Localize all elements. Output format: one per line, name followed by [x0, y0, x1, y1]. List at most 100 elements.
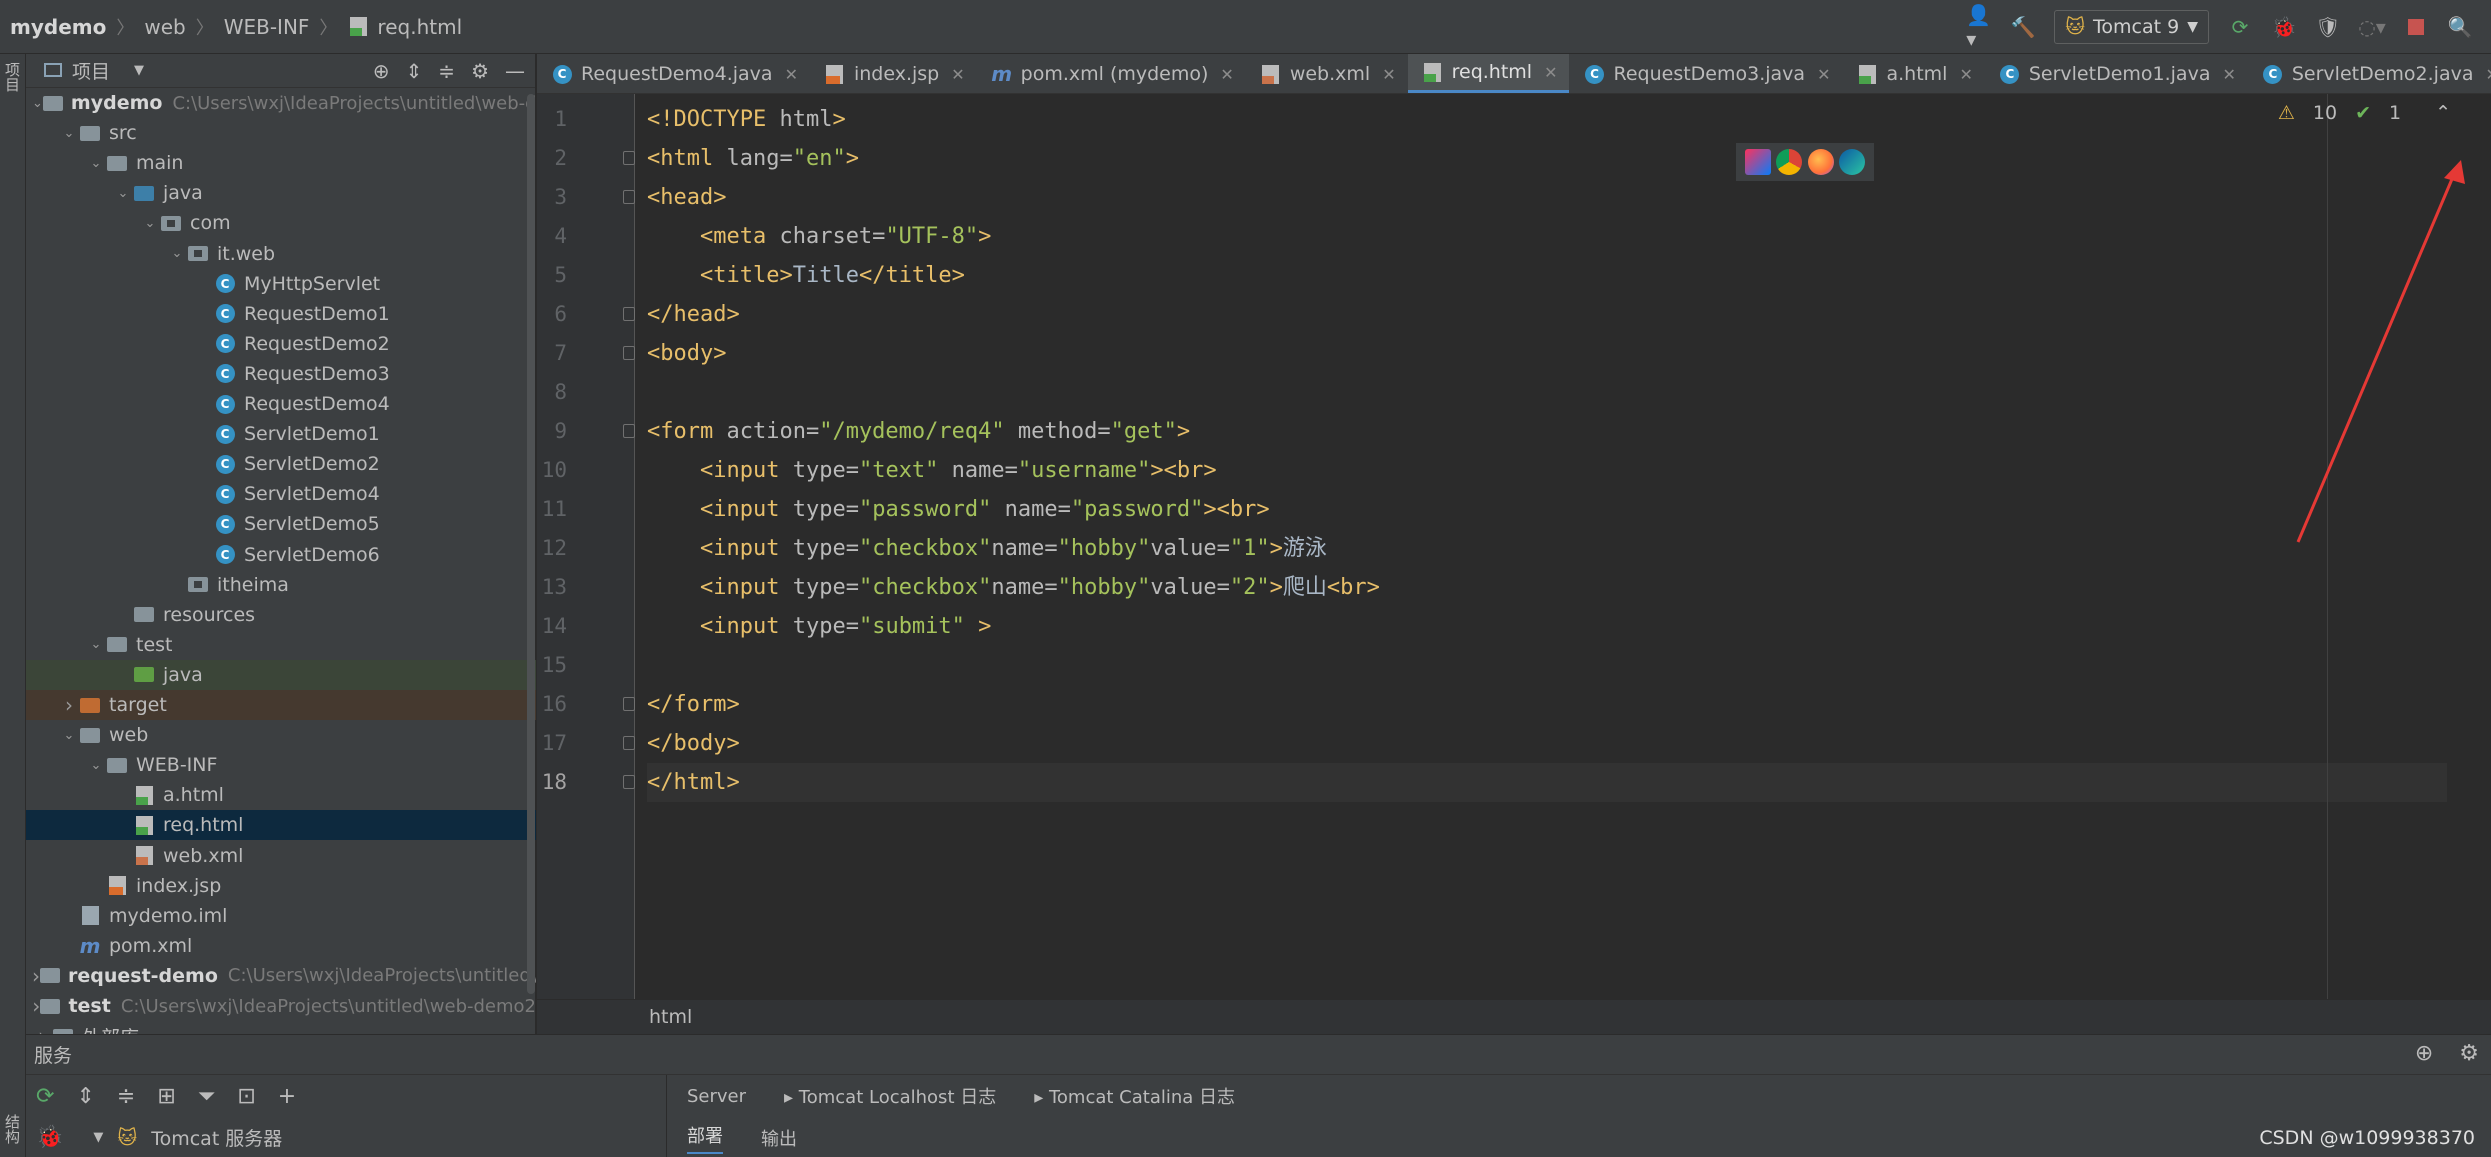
tree-item[interactable]: m pom.xml	[26, 931, 536, 961]
tree-item[interactable]: index.jsp	[26, 871, 536, 901]
chevron-right-icon[interactable]: ›	[32, 964, 40, 988]
new-tab-icon[interactable]: ⊡	[237, 1084, 255, 1109]
coverage-icon[interactable]: 🛡	[2315, 14, 2341, 40]
close-icon[interactable]: ✕	[2222, 65, 2235, 84]
tab-catalina-log[interactable]: ▸ Tomcat Catalina 日志	[1034, 1083, 1235, 1109]
close-icon[interactable]: ✕	[951, 65, 964, 84]
fold-marker-icon[interactable]	[623, 307, 635, 321]
tree-item[interactable]: mydemo.iml	[26, 901, 536, 931]
tree-item[interactable]: ⌄ web	[26, 720, 536, 750]
stop-icon[interactable]	[2403, 14, 2429, 40]
crosshair-icon[interactable]: ⊕	[2415, 1041, 2433, 1066]
services-tree-item[interactable]: Tomcat 服务器	[151, 1124, 282, 1151]
group-icon[interactable]: ⊞	[157, 1084, 175, 1109]
search-icon[interactable]: 🔍	[2447, 14, 2473, 40]
refresh-icon[interactable]: ⟳	[36, 1084, 54, 1109]
close-icon[interactable]: ✕	[1817, 65, 1830, 84]
tree-item[interactable]: ⌄ WEB-INF	[26, 750, 536, 780]
chevron-right-icon[interactable]: ›	[59, 693, 79, 717]
chevron-down-icon[interactable]: ⌄	[32, 96, 43, 111]
tree-item[interactable]: C MyHttpServlet	[26, 269, 536, 299]
close-icon[interactable]: ✕	[1959, 65, 1972, 84]
tree-item[interactable]: C ServletDemo2	[26, 449, 536, 479]
close-icon[interactable]: ✕	[1382, 65, 1395, 84]
code-editor[interactable]: 1 2 3 4 5 6 7 8 9 10 11 12 13 14 15 16 17 18 <!DOCTYPE ht…	[537, 94, 2491, 999]
tree-item[interactable]: ⌄ it.web	[26, 239, 536, 269]
collapse-all-icon[interactable]: ≑	[438, 59, 455, 83]
gear-icon[interactable]: ⚙	[2459, 1041, 2479, 1066]
code-line[interactable]: </body>	[647, 724, 2447, 763]
tree-item[interactable]: C RequestDemo1	[26, 299, 536, 329]
code-line[interactable]: <head>	[647, 178, 2447, 217]
tab-server[interactable]: Server	[687, 1086, 746, 1107]
tree-item[interactable]: C ServletDemo4	[26, 479, 536, 509]
subtab-output[interactable]: 输出	[761, 1125, 797, 1151]
chevron-right-icon[interactable]: ›	[32, 994, 40, 1018]
code-line[interactable]: </html>	[647, 763, 2447, 802]
code-line[interactable]: <form action="/mydemo/req4" method="get"…	[647, 412, 2447, 451]
breadcrumb-web-inf[interactable]: WEB-INF	[224, 15, 310, 39]
code-line[interactable]: <input type="checkbox"name="hobby"value=…	[647, 568, 2447, 607]
intellij-icon[interactable]	[1744, 149, 1771, 175]
chevron-down-icon[interactable]: ⌄	[167, 246, 187, 261]
build-hammer-icon[interactable]: 🔨	[2010, 14, 2036, 40]
code-line[interactable]: <html lang="en">	[647, 139, 2447, 178]
debug-icon[interactable]: 🐞	[2271, 14, 2297, 40]
tree-item[interactable]: › test C:\Users\wxj\IdeaProjects\untitled\…	[26, 991, 536, 1021]
locate-icon[interactable]: ⊕	[373, 59, 390, 83]
subtab-deploy[interactable]: 部署	[687, 1122, 723, 1154]
close-icon[interactable]: ✕	[2486, 65, 2491, 84]
fold-marker-icon[interactable]	[623, 697, 635, 711]
chevron-down-icon[interactable]: ⌄	[59, 728, 79, 743]
rerun-icon[interactable]: ⟳	[2227, 14, 2253, 40]
edge-icon[interactable]	[1839, 149, 1866, 175]
code-line[interactable]: <meta charset="UTF-8">	[647, 217, 2447, 256]
chevron-down-icon[interactable]: ⌄	[86, 156, 106, 171]
fold-marker-icon[interactable]	[623, 151, 635, 165]
tree-item[interactable]: java	[26, 659, 536, 690]
tree-item[interactable]: resources	[26, 600, 536, 630]
code-line[interactable]: <input type="password" name="password"><…	[647, 490, 2447, 529]
tree-item[interactable]: web.xml	[26, 841, 536, 871]
code-line[interactable]: <input type="checkbox"name="hobby"value=…	[647, 529, 2447, 568]
run-configuration-selector[interactable]: 🐱 Tomcat 9 ▼	[2054, 10, 2209, 44]
chevron-down-icon[interactable]: ▼	[93, 1130, 103, 1145]
code-line[interactable]: <!DOCTYPE html>	[647, 100, 2447, 139]
fold-marker-icon[interactable]	[623, 346, 635, 360]
chevron-down-icon[interactable]: ⌄	[86, 637, 106, 652]
code-line[interactable]: </head>	[647, 295, 2447, 334]
firefox-icon[interactable]	[1807, 149, 1834, 175]
fold-marker-icon[interactable]	[623, 736, 635, 750]
filter-icon[interactable]: ⏷	[198, 1084, 216, 1109]
tree-item[interactable]: › target	[26, 690, 536, 720]
chevron-down-icon[interactable]: ⌄	[113, 186, 133, 201]
tab-requestdemo3-java[interactable]: C RequestDemo3.java ✕	[1569, 54, 1842, 93]
code-line[interactable]: <input type="text" name="username"><br>	[647, 451, 2447, 490]
close-icon[interactable]: ✕	[1544, 63, 1557, 82]
breadcrumb-file[interactable]: req.html	[377, 15, 462, 39]
tab-index-jsp[interactable]: index.jsp ✕	[810, 54, 977, 93]
add-icon[interactable]: +	[278, 1084, 296, 1109]
tree-item[interactable]: C ServletDemo5	[26, 509, 536, 539]
tree-item[interactable]: ⌄ mydemo C:\Users\wxj\IdeaProjects\untitle…	[26, 88, 536, 118]
expand-all-icon[interactable]: ⇕	[406, 59, 423, 83]
fold-marker-icon[interactable]	[623, 424, 635, 438]
hide-icon[interactable]: —	[505, 59, 525, 83]
tree-item[interactable]: ⌄ main	[26, 148, 536, 178]
tree-item[interactable]: C ServletDemo1	[26, 419, 536, 449]
code-line[interactable]: </form>	[647, 685, 2447, 724]
tree-item[interactable]: a.html	[26, 780, 536, 810]
tab-web-xml[interactable]: web.xml ✕	[1246, 54, 1408, 93]
tree-item[interactable]: ⌄ test	[26, 630, 536, 660]
structure-tool-button[interactable]: 结构	[2, 1114, 23, 1144]
tree-item[interactable]: req.html	[26, 810, 536, 841]
chrome-icon[interactable]	[1776, 149, 1803, 175]
chevron-down-icon[interactable]: ⌄	[59, 126, 79, 141]
fold-marker-icon[interactable]	[623, 775, 635, 789]
chevron-down-icon[interactable]: ⌄	[86, 758, 106, 773]
chevron-down-icon[interactable]: ⌄	[140, 216, 160, 231]
tab-req-html[interactable]: req.html ✕	[1407, 54, 1570, 93]
tree-item[interactable]: C RequestDemo4	[26, 389, 536, 419]
tab-servletdemo1-java[interactable]: C ServletDemo1.java ✕	[1985, 54, 2248, 93]
collapse-all-icon[interactable]: ≑	[117, 1084, 135, 1109]
